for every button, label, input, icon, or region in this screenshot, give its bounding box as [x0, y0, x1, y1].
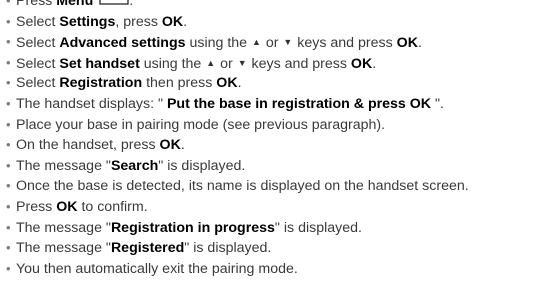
step-list: • Press Menu. • Select Settings, press OK. •…: [0, 0, 560, 279]
up-arrow-key-icon: ▲: [206, 57, 216, 68]
step-text: " is displayed.: [274, 219, 362, 236]
down-arrow-key-icon: ▼: [237, 57, 247, 68]
bullet-icon: •: [6, 260, 11, 276]
step-text: .: [372, 55, 377, 72]
bold-term: Search: [110, 157, 159, 174]
step-text: Place your base in pairing mode (see pre…: [16, 116, 386, 133]
bullet-icon: •: [6, 137, 11, 153]
step-text: , press: [115, 13, 162, 30]
bullet-icon: •: [6, 157, 11, 173]
step-text: The message ": [16, 240, 111, 257]
step-text: .: [417, 35, 422, 52]
bullet-icon: •: [6, 54, 11, 70]
list-item: • The handset displays: " Put the base in…: [0, 94, 560, 115]
instructions-document: • Press Menu. • Select Settings, press OK. •…: [0, 0, 560, 279]
bold-term: OK: [216, 75, 238, 92]
step-text: keys and press: [247, 55, 351, 72]
up-arrow-key-icon: ▲: [252, 37, 261, 48]
bold-term: Menu: [56, 0, 94, 9]
step-text: then press: [142, 75, 217, 92]
step-text: Press: [16, 198, 57, 215]
step-text: The message ": [16, 157, 111, 174]
list-item: • Press Menu.: [0, 0, 560, 12]
bold-term: Registration: [59, 75, 143, 92]
bold-term: OK: [161, 13, 184, 30]
list-item: • Select Registration then press OK.: [0, 73, 560, 94]
step-text: On the handset, press: [16, 137, 160, 154]
step-text: Once the base is detected, its name is d…: [16, 178, 469, 195]
step-text: or: [216, 55, 237, 72]
bold-term: OK: [350, 55, 373, 72]
bold-term: OK: [396, 35, 418, 52]
step-text: .: [237, 75, 242, 92]
step-text: " is displayed.: [158, 157, 246, 174]
step-text: Select: [16, 55, 60, 72]
bullet-icon: •: [6, 219, 11, 235]
step-text: Select: [16, 35, 60, 52]
step-text: Select: [16, 75, 60, 92]
list-item: • Select Settings, press OK.: [0, 12, 560, 33]
menu-key-icon: [99, 0, 129, 6]
step-text: keys and press: [293, 35, 397, 52]
step-text: using the: [139, 55, 206, 72]
bullet-icon: •: [6, 0, 11, 8]
step-text: Select: [16, 13, 60, 30]
step-text: The handset displays: ": [16, 95, 167, 112]
step-text: .: [129, 0, 134, 9]
step-text: You then automatically exit the pairing …: [16, 260, 298, 277]
bold-term: Settings: [59, 13, 116, 30]
bullet-icon: •: [6, 75, 11, 91]
bullet-icon: •: [6, 13, 11, 29]
bullet-icon: •: [6, 240, 11, 256]
bold-term: Put the base in registration & press OK: [166, 95, 432, 112]
step-text: to confirm.: [77, 198, 148, 215]
list-item: • On the handset, press OK.: [0, 135, 560, 156]
bold-term: Set handset: [59, 55, 140, 72]
list-item: • Place your base in pairing mode (see pr…: [0, 115, 560, 136]
bold-term: Advanced settings: [59, 35, 186, 52]
list-item: • Once the base is detected, its name is …: [0, 176, 560, 197]
step-text: .: [183, 13, 188, 30]
bullet-icon: •: [6, 34, 11, 50]
step-text: The message ": [16, 219, 111, 236]
step-text: .: [180, 137, 185, 154]
bullet-icon: •: [6, 178, 11, 194]
bold-term: OK: [159, 137, 181, 154]
step-text: Press: [16, 0, 57, 9]
step-text: using the: [185, 35, 251, 52]
bold-term: OK: [56, 198, 78, 215]
list-item: • Press OK to confirm.: [0, 197, 560, 218]
bold-term: Registered: [110, 240, 185, 257]
list-item: • The message "Registered" is displayed.: [0, 238, 560, 259]
down-arrow-key-icon: ▼: [283, 37, 293, 48]
list-item: • Select Advanced settings using the ▲ or…: [0, 32, 560, 53]
bullet-icon: •: [6, 198, 11, 214]
bold-term: Registration in progress: [110, 219, 275, 236]
step-text: or: [261, 35, 283, 52]
step-text: " is displayed.: [184, 240, 272, 257]
list-item: • Select Set handset using the ▲ or ▼ key…: [0, 53, 560, 74]
list-item: • You then automatically exit the pairing…: [0, 259, 560, 280]
list-item: • The message "Search" is displayed.: [0, 156, 560, 177]
bullet-icon: •: [6, 116, 11, 132]
step-text: ".: [431, 95, 444, 112]
bullet-icon: •: [6, 95, 11, 111]
list-item: • The message "Registration in progress" …: [0, 218, 560, 239]
